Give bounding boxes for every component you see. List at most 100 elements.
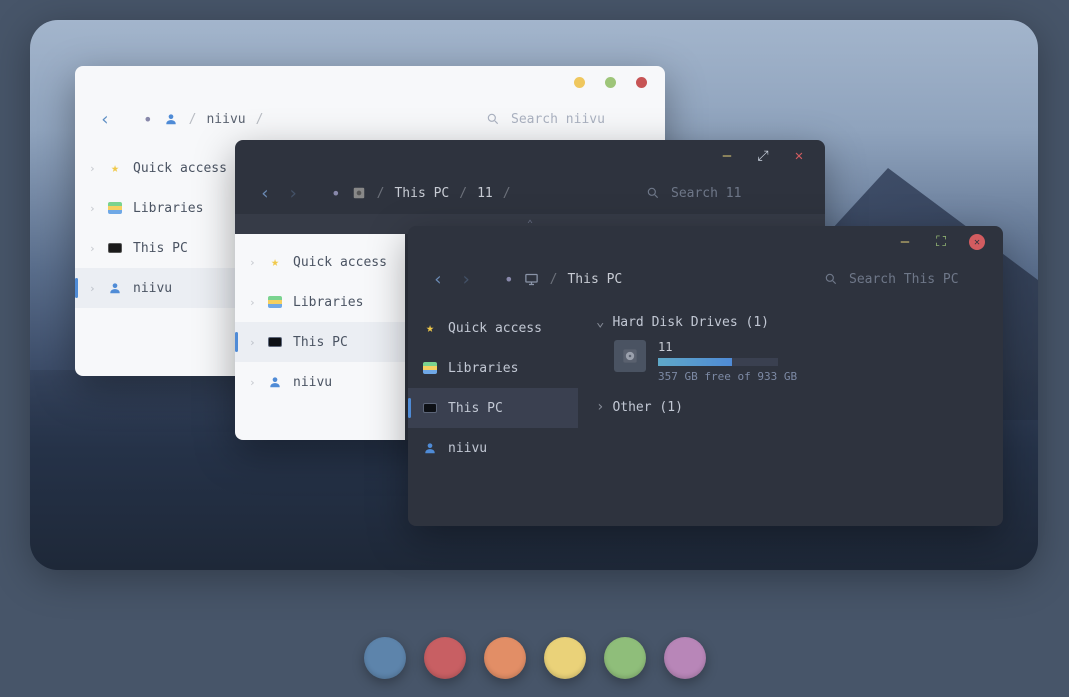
search-icon [485, 111, 501, 127]
user-icon [267, 374, 283, 390]
chevron-right-icon: › [249, 296, 257, 309]
maximize-button[interactable]: ⤢ [755, 148, 771, 164]
swatch-red[interactable] [424, 637, 466, 679]
search-placeholder: Search niivu [511, 112, 605, 127]
breadcrumb-item[interactable]: niivu [206, 112, 245, 127]
minimize-button[interactable]: — [897, 234, 913, 250]
titlebar[interactable] [75, 66, 665, 98]
sidebar: › ★ Quick access › Libraries › This PC ›… [75, 140, 245, 376]
sidebar-item-libraries[interactable]: Libraries [408, 348, 578, 388]
sidebar-item-libraries[interactable]: › Libraries [235, 282, 405, 322]
group-title: Other (1) [612, 400, 682, 415]
search-icon [823, 271, 839, 287]
breadcrumb-sep: / [256, 112, 264, 127]
drive-item[interactable]: 11 357 GB free of 933 GB [614, 340, 985, 383]
sidebar-item-label: Libraries [293, 295, 363, 310]
sidebar-item-niivu[interactable]: niivu [408, 428, 578, 468]
minimize-button[interactable] [574, 77, 585, 88]
libraries-icon [267, 294, 283, 310]
drive-info: 11 357 GB free of 933 GB [658, 340, 985, 383]
breadcrumb[interactable]: • / This PC [504, 270, 815, 289]
file-explorer-dark-2: — ⛶ ✕ ‹ › • / This PC Search This PC ★ Q… [408, 226, 1003, 526]
sidebar-item-label: Libraries [448, 361, 518, 376]
sidebar-item-label: Quick access [133, 161, 227, 176]
sidebar-item-label: Libraries [133, 201, 203, 216]
forward-button[interactable]: › [283, 183, 303, 203]
swatch-yellow[interactable] [544, 637, 586, 679]
maximize-button[interactable] [605, 77, 616, 88]
user-icon [107, 280, 123, 296]
star-icon: ★ [422, 320, 438, 336]
sidebar-item-libraries[interactable]: › Libraries [75, 188, 245, 228]
sidebar-item-this-pc[interactable]: This PC [408, 388, 578, 428]
swatch-purple[interactable] [664, 637, 706, 679]
libraries-icon [422, 360, 438, 376]
search-box[interactable]: Search 11 [645, 185, 805, 201]
sidebar-item-this-pc[interactable]: › This PC [235, 322, 405, 362]
hard-disk-icon [614, 340, 646, 372]
titlebar[interactable]: — ⛶ ✕ [408, 226, 1003, 258]
breadcrumb-item[interactable]: This PC [567, 272, 622, 287]
search-placeholder: Search This PC [849, 272, 959, 287]
dot-icon: • [143, 110, 153, 129]
swatch-blue[interactable] [364, 637, 406, 679]
sidebar-item-niivu[interactable]: › niivu [75, 268, 245, 308]
maximize-button[interactable]: ⛶ [933, 234, 949, 250]
back-button[interactable]: ‹ [255, 183, 275, 203]
star-icon: ★ [267, 254, 283, 270]
sidebar-item-quick-access[interactable]: › ★ Quick access [235, 242, 405, 282]
group-header-other[interactable]: › Other (1) [596, 399, 985, 415]
breadcrumb[interactable]: • / This PC / 11 / [331, 184, 637, 203]
sidebar-item-label: This PC [448, 401, 503, 416]
sidebar-item-quick-access[interactable]: ★ Quick access [408, 308, 578, 348]
swatch-green[interactable] [604, 637, 646, 679]
search-placeholder: Search 11 [671, 186, 741, 201]
toolbar: ‹ › • / This PC Search This PC [408, 258, 1003, 300]
back-button[interactable]: ‹ [428, 269, 448, 289]
chevron-right-icon: › [249, 336, 257, 349]
forward-button[interactable]: › [456, 269, 476, 289]
monitor-icon [524, 271, 540, 287]
sidebar-item-label: niivu [293, 375, 332, 390]
sidebar-item-label: Quick access [293, 255, 387, 270]
group-header-hard-disk-drives[interactable]: ⌄ Hard Disk Drives (1) [596, 314, 985, 330]
minimize-button[interactable]: — [719, 148, 735, 164]
sidebar-item-this-pc[interactable]: › This PC [75, 228, 245, 268]
toolbar: ‹ › • / This PC / 11 / Search 11 [235, 172, 825, 214]
breadcrumb[interactable]: • / niivu / [143, 110, 477, 129]
close-button[interactable]: ✕ [791, 148, 807, 164]
titlebar[interactable]: — ⤢ ✕ [235, 140, 825, 172]
sidebar-item-label: This PC [293, 335, 348, 350]
chevron-right-icon: › [596, 399, 604, 415]
search-box[interactable]: Search niivu [485, 111, 645, 127]
close-button[interactable]: ✕ [969, 234, 985, 250]
back-button[interactable]: ‹ [95, 109, 115, 129]
breadcrumb-sep: / [377, 186, 385, 201]
breadcrumb-item[interactable]: This PC [394, 186, 449, 201]
chevron-right-icon: › [249, 256, 257, 269]
content-pane: ⌄ Hard Disk Drives (1) 11 357 GB free of… [578, 300, 1003, 526]
chevron-right-icon: › [89, 202, 97, 215]
chevron-right-icon: › [89, 282, 97, 295]
dot-icon: • [504, 270, 514, 289]
breadcrumb-sep: / [459, 186, 467, 201]
sidebar-item-label: niivu [133, 281, 172, 296]
dot-icon: • [331, 184, 341, 203]
breadcrumb-sep: / [550, 272, 558, 287]
chevron-down-icon: ⌄ [596, 314, 604, 330]
breadcrumb-item[interactable]: 11 [477, 186, 493, 201]
toolbar: ‹ • / niivu / Search niivu [75, 98, 665, 140]
close-button[interactable] [636, 77, 647, 88]
search-box[interactable]: Search This PC [823, 271, 983, 287]
sidebar: › ★ Quick access › Libraries › This PC ›… [235, 234, 405, 440]
pc-icon [267, 334, 283, 350]
swatch-orange[interactable] [484, 637, 526, 679]
breadcrumb-sep: / [503, 186, 511, 201]
sidebar-item-quick-access[interactable]: › ★ Quick access [75, 148, 245, 188]
sidebar: ★ Quick access Libraries This PC niivu [408, 300, 578, 526]
drive-usage-bar [658, 358, 778, 366]
user-icon [422, 440, 438, 456]
sidebar-item-niivu[interactable]: › niivu [235, 362, 405, 402]
sidebar-item-label: Quick access [448, 321, 542, 336]
sidebar-item-label: This PC [133, 241, 188, 256]
